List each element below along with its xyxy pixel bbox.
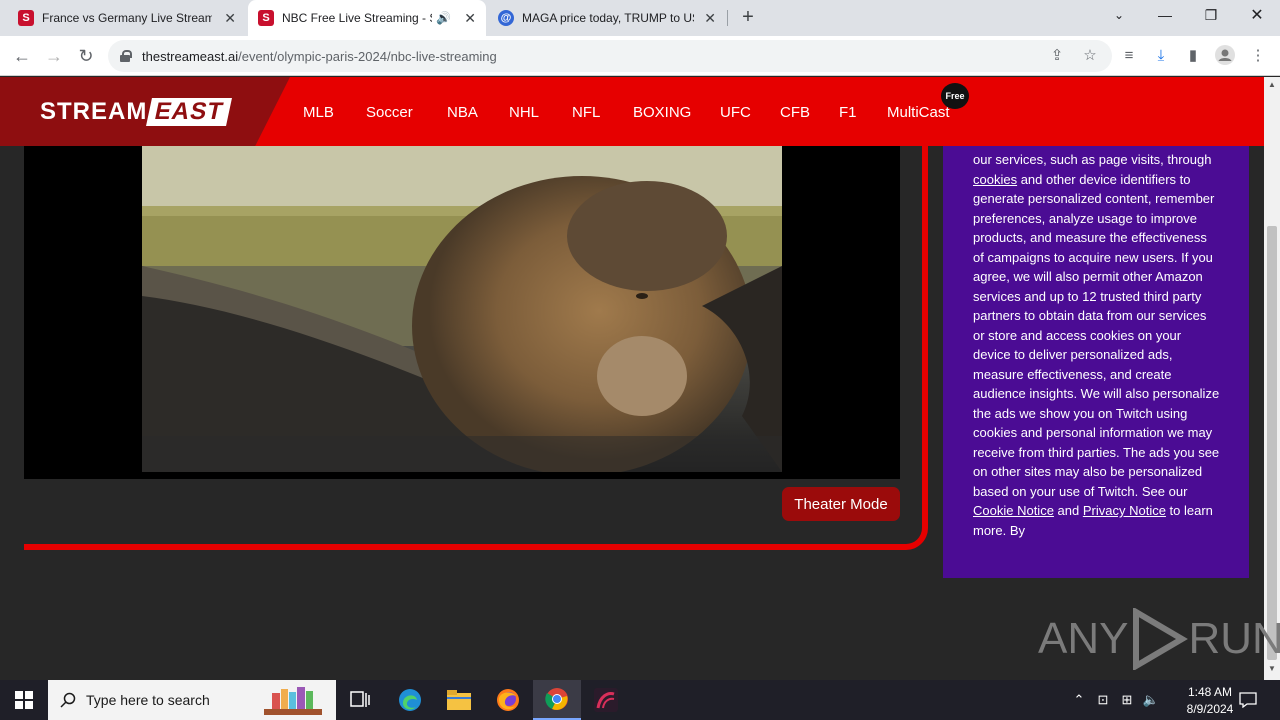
back-arrow-icon[interactable]: ← [10,44,34,68]
tab-title: NBC Free Live Streaming - S [282,11,432,25]
windows-taskbar: Type here to search ⌃ ⊡ ⊞ 🔈 1:48 AM 8/9/… [0,680,1280,720]
volume-icon[interactable]: 🔈 [1140,680,1162,720]
firefox-icon[interactable] [484,680,532,720]
nav-ufc[interactable]: UFC [720,104,751,121]
nav-nfl[interactable]: NFL [572,104,600,121]
free-badge: Free [941,83,969,109]
url-host: thestreameast.ai [142,48,239,64]
cookies-link[interactable]: cookies [973,172,1017,187]
theater-mode-button[interactable]: Theater Mode [782,487,900,521]
anyrun-watermark: ANY RUN [1038,608,1280,670]
tab-title: MAGA price today, TRUMP to US [522,11,694,25]
consent-text-part: and [1053,503,1083,518]
side-panel-icon[interactable]: ▮ [1182,44,1204,66]
consent-text-part: and other device identifiers to generate… [973,171,1220,499]
tab-title: France vs Germany Live Streamin [42,11,212,25]
tab-search-chevron-icon[interactable]: ⌄ [1096,0,1142,30]
nav-cfb[interactable]: CFB [780,104,810,121]
watermark-text-any: ANY [1038,614,1129,663]
chrome-icon[interactable] [533,680,581,720]
address-bar[interactable]: thestreameast.ai/event/olympic-paris-202… [108,40,1112,72]
cookie-consent-panel: our services, such as page visits, throu… [943,146,1249,578]
notifications-icon[interactable] [1234,680,1262,720]
site-header: STREAM EAST MLB Soccer NBA NHL NFL BOXIN… [0,77,1264,146]
reload-icon[interactable]: ↻ [74,44,98,68]
play-triangle-icon [1133,608,1189,670]
file-explorer-icon[interactable] [435,680,483,720]
speaker-icon[interactable]: 🔊 [436,11,451,25]
ethernet-icon[interactable]: ⊞ [1116,680,1138,720]
browser-tab-bar: S France vs Germany Live Streamin ✕ S NB… [0,0,1280,36]
logo-text-stream: STREAM [40,98,148,125]
windows-logo-icon [15,691,33,709]
more-menu-icon[interactable]: ⋮ [1247,44,1269,66]
close-tab-icon[interactable]: ✕ [704,10,716,27]
tab-france-germany[interactable]: S France vs Germany Live Streamin ✕ [8,0,246,36]
new-tab-button[interactable]: + [736,6,760,30]
consent-text-part: our services, such as page visits, throu… [973,152,1212,167]
minimize-button[interactable]: — [1142,0,1188,30]
profile-avatar-icon[interactable] [1214,44,1236,66]
tab-maga-price[interactable]: @ MAGA price today, TRUMP to US ✕ [488,0,726,36]
cookie-notice-link[interactable]: Cookie Notice [973,503,1054,518]
nav-mlb[interactable]: MLB [303,104,334,121]
scroll-up-arrow-icon[interactable]: ▲ [1266,80,1278,90]
streameast-favicon-icon: S [18,10,34,26]
address-toolbar: ← → ↻ thestreameast.ai/event/olympic-par… [0,36,1280,76]
watermark-text-run: RUN [1188,614,1280,663]
consent-text: our services, such as page visits, throu… [973,150,1221,540]
nav-boxing[interactable]: BOXING [633,104,691,121]
show-hidden-icons-chevron-icon[interactable]: ⌃ [1068,680,1090,720]
search-highlight-books-icon [264,687,322,715]
privacy-notice-link[interactable]: Privacy Notice [1083,503,1166,518]
tab-separator [727,10,728,26]
coin-favicon-icon: @ [498,10,514,26]
media-control-icon[interactable]: ≡ [1118,44,1140,66]
nav-multicast[interactable]: MultiCast [887,104,950,121]
network-device-icon[interactable]: ⊡ [1092,680,1114,720]
nav-nhl[interactable]: NHL [509,104,539,121]
download-icon[interactable]: ⤓ [1150,44,1172,66]
search-placeholder: Type here to search [86,692,210,708]
restore-button[interactable]: ❐ [1188,0,1234,30]
nav-f1[interactable]: F1 [839,104,857,121]
tab-nbc-live[interactable]: S NBC Free Live Streaming - S 🔊 ✕ [248,0,486,36]
lock-icon[interactable] [120,50,132,62]
scrollbar-thumb[interactable] [1267,226,1277,660]
task-view-icon[interactable] [336,680,384,720]
forward-arrow-icon[interactable]: → [42,44,66,68]
streameast-favicon-icon: S [258,10,274,26]
nav-soccer[interactable]: Soccer [366,104,413,121]
close-tab-icon[interactable]: ✕ [464,10,476,27]
close-tab-icon[interactable]: ✕ [224,10,236,27]
search-icon [60,692,76,708]
nav-nba[interactable]: NBA [447,104,478,121]
video-frame[interactable] [142,146,782,472]
bookmark-star-icon[interactable]: ☆ [1079,44,1101,66]
logo-text-east: EAST [146,98,233,126]
edge-browser-icon[interactable] [386,680,434,720]
close-window-button[interactable]: ✕ [1234,0,1280,30]
anyrun-app-icon[interactable] [582,680,630,720]
share-icon[interactable]: ⇪ [1046,44,1068,66]
url-path: /event/olympic-paris-2024/nbc-live-strea… [238,48,497,64]
streameast-logo[interactable]: STREAM EAST [40,97,233,127]
windows-start-button[interactable] [0,680,48,720]
video-still-image [142,146,782,472]
taskbar-search-box[interactable]: Type here to search [48,680,336,720]
